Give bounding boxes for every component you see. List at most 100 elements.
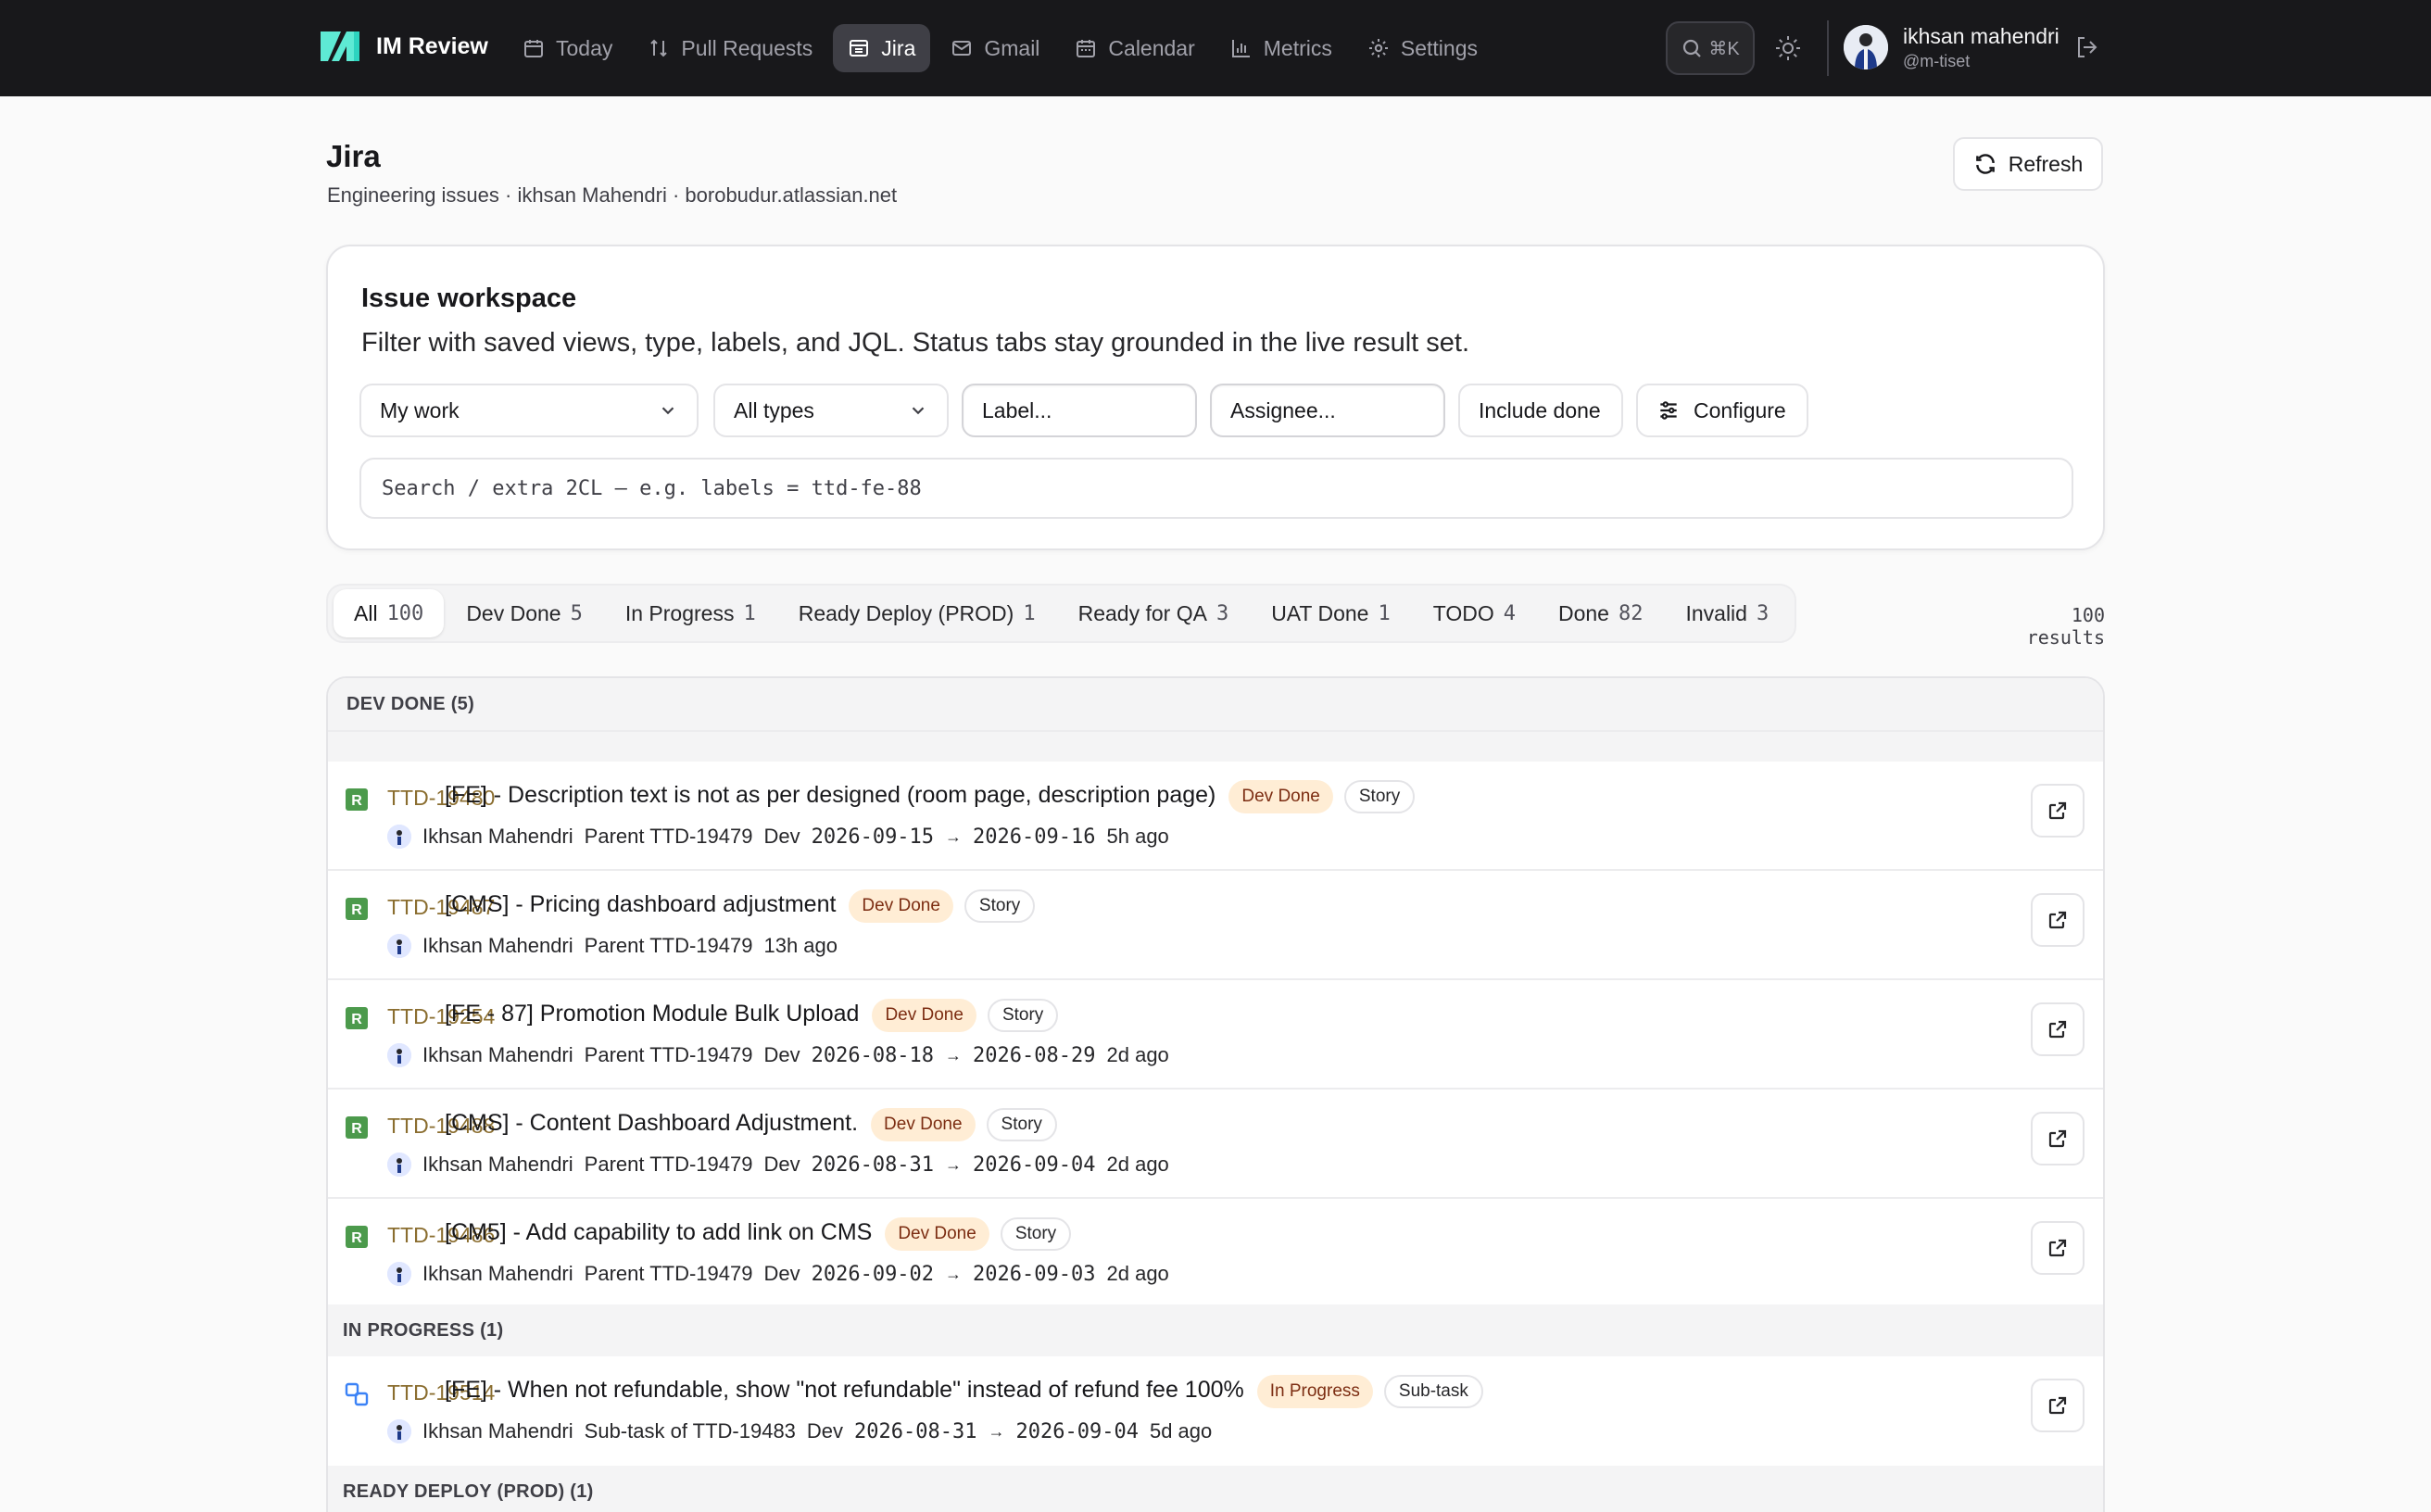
issue-meta: Ikhsan Mahendri Parent TTD-19479 Dev 2026-0…: [387, 1262, 1169, 1286]
issue-title[interactable]: [CMS] - Pricing dashboard adjustment: [445, 891, 836, 918]
type-badge: Story: [1000, 1217, 1072, 1251]
issue-title[interactable]: [FE] - Description text is not as per de…: [445, 782, 1216, 809]
chevron-down-icon: [912, 407, 925, 415]
external-link-icon: [2048, 1129, 2067, 1148]
nav-calendar[interactable]: Calendar: [1060, 24, 1209, 72]
open-external-button[interactable]: [2031, 1221, 2085, 1275]
end-date: 2026-08-29: [973, 1043, 1096, 1067]
status-tab[interactable]: UAT Done 1: [1251, 589, 1411, 637]
updated-ago: 13h ago: [763, 934, 838, 957]
updated-ago: 2d ago: [1106, 1153, 1169, 1176]
status-tab[interactable]: Done 82: [1538, 589, 1663, 637]
search-shortcut: ⌘K: [1708, 38, 1740, 59]
refresh-label: Refresh: [2008, 151, 2084, 176]
status-badge: Dev Done: [871, 1108, 976, 1141]
search-icon: [1683, 39, 1702, 57]
app-name: IM Review: [376, 32, 488, 59]
nav-settings[interactable]: Settings: [1353, 24, 1493, 72]
issue-title[interactable]: [CM5] - Add capability to add link on CM…: [445, 1219, 872, 1246]
brand[interactable]: IM Review: [319, 28, 488, 65]
tab-count: 5: [570, 601, 583, 625]
refresh-button[interactable]: Refresh: [1953, 137, 2103, 191]
configure-label: Configure: [1694, 397, 1786, 422]
assignee-name: Ikhsan Mahendri: [422, 825, 573, 848]
parent-link[interactable]: Sub-task of TTD-19483: [585, 1419, 796, 1443]
end-date: 2026-09-04: [973, 1153, 1096, 1177]
configure-button[interactable]: Configure: [1636, 384, 1808, 437]
group-header-dev-done: DEV DONE (5): [328, 678, 2103, 730]
parent-link[interactable]: Parent TTD-19479: [585, 1043, 753, 1067]
issue-row[interactable]: R TTD-19254 [FE - 87] Promotion Module Bul…: [328, 980, 2103, 1090]
issue-title[interactable]: [FE - 87] Promotion Module Bulk Upload: [445, 1001, 859, 1027]
tab-count: 82: [1618, 601, 1644, 625]
saved-view-select[interactable]: My work: [359, 384, 699, 437]
group-header-ready-deploy: READY DEPLOY (PROD) (1): [328, 1466, 2103, 1512]
status-tab[interactable]: Dev Done 5: [446, 589, 603, 637]
status-tab[interactable]: All 100: [334, 589, 445, 637]
nav-today[interactable]: Today: [508, 24, 627, 72]
nav-label: Settings: [1400, 35, 1478, 60]
issue-row[interactable]: R TTD-19487 [CMS] - Pricing dashboard adju…: [328, 871, 2103, 980]
status-tab[interactable]: Ready Deploy (PROD) 1: [778, 589, 1056, 637]
workspace-description: Filter with saved views, type, labels, a…: [361, 328, 1470, 358]
nav-label: Jira: [881, 35, 916, 60]
external-link-icon: [2048, 1396, 2067, 1415]
issue-workspace-card: Issue workspace Filter with saved views,…: [326, 245, 2105, 550]
updated-ago: 5h ago: [1106, 825, 1169, 848]
external-link-icon: [2048, 1239, 2067, 1257]
nav-metrics[interactable]: Metrics: [1216, 24, 1347, 72]
user-handle: @m-tiset: [1903, 52, 1971, 70]
open-external-button[interactable]: [2031, 1002, 2085, 1056]
issue-row[interactable]: R TTD-19488 [CMS] - Content Dashboard Adju…: [328, 1090, 2103, 1199]
label-input[interactable]: Label...: [962, 384, 1197, 437]
open-external-button[interactable]: [2031, 893, 2085, 947]
status-tab[interactable]: In Progress 1: [605, 589, 776, 637]
sliders-icon: [1660, 401, 1677, 420]
issue-row[interactable]: TTD-19514 [FE] - When not refundable, sho…: [328, 1356, 2103, 1466]
type-badge: Sub-task: [1383, 1375, 1483, 1408]
status-tab[interactable]: TODO 4: [1413, 589, 1536, 637]
status-badge: Dev Done: [872, 999, 976, 1032]
nav-label: Gmail: [984, 35, 1040, 60]
tab-count: 100: [386, 601, 424, 625]
logout-button[interactable]: [2073, 33, 2103, 63]
user-name: ikhsan mahendri: [1903, 24, 2059, 48]
external-link-icon: [2048, 801, 2067, 820]
parent-link[interactable]: Parent TTD-19479: [585, 1262, 753, 1286]
avatar[interactable]: [1844, 25, 1888, 69]
assignee-avatar: [387, 1419, 411, 1443]
parent-link[interactable]: Parent TTD-19479: [585, 825, 753, 849]
status-tab[interactable]: Invalid 3: [1665, 589, 1789, 637]
page-title: Jira: [326, 139, 381, 173]
issue-type-select[interactable]: All types: [713, 384, 949, 437]
tab-label: Dev Done: [466, 600, 561, 625]
issue-title[interactable]: [FE] - When not refundable, show "not re…: [445, 1377, 1244, 1404]
dev-label: Dev: [763, 1153, 800, 1176]
theme-toggle[interactable]: [1773, 33, 1803, 63]
include-done-toggle[interactable]: Include done: [1458, 384, 1623, 437]
command-search-button[interactable]: ⌘K: [1666, 21, 1755, 75]
status-tab[interactable]: Ready for QA 3: [1058, 589, 1250, 637]
assignee-avatar: [387, 1262, 411, 1286]
parent-link[interactable]: Parent TTD-19479: [585, 1153, 753, 1177]
open-external-button[interactable]: [2031, 1112, 2085, 1166]
dev-label: Dev: [763, 1262, 800, 1285]
open-external-button[interactable]: [2031, 1379, 2085, 1432]
arrow-right-icon: →: [945, 1045, 963, 1065]
assignee-name: Ikhsan Mahendri: [422, 1262, 573, 1285]
issue-row[interactable]: R TTD-19480 [FE] - Description text is not…: [328, 762, 2103, 871]
status-badge: Dev Done: [849, 889, 953, 923]
nav-pull-requests[interactable]: Pull Requests: [633, 24, 827, 72]
type-badge: Story: [987, 999, 1059, 1032]
assignee-input[interactable]: Assignee...: [1210, 384, 1445, 437]
issue-title[interactable]: [CMS] - Content Dashboard Adjustment.: [445, 1110, 858, 1137]
issue-row[interactable]: R TTD-19486 [CM5] - Add capability to add …: [328, 1199, 2103, 1308]
tab-count: 4: [1503, 601, 1516, 625]
open-external-button[interactable]: [2031, 784, 2085, 838]
nav-gmail[interactable]: Gmail: [936, 24, 1054, 72]
parent-link[interactable]: Parent TTD-19479: [585, 934, 753, 958]
tab-label: Ready Deploy (PROD): [798, 600, 1014, 625]
jql-search-input[interactable]: Search / extra 2CL – e.g. labels = ttd-f…: [359, 458, 2073, 519]
main-nav: Today Pull Requests Jira Gmail Calendar …: [508, 24, 1493, 72]
nav-jira[interactable]: Jira: [833, 24, 931, 72]
